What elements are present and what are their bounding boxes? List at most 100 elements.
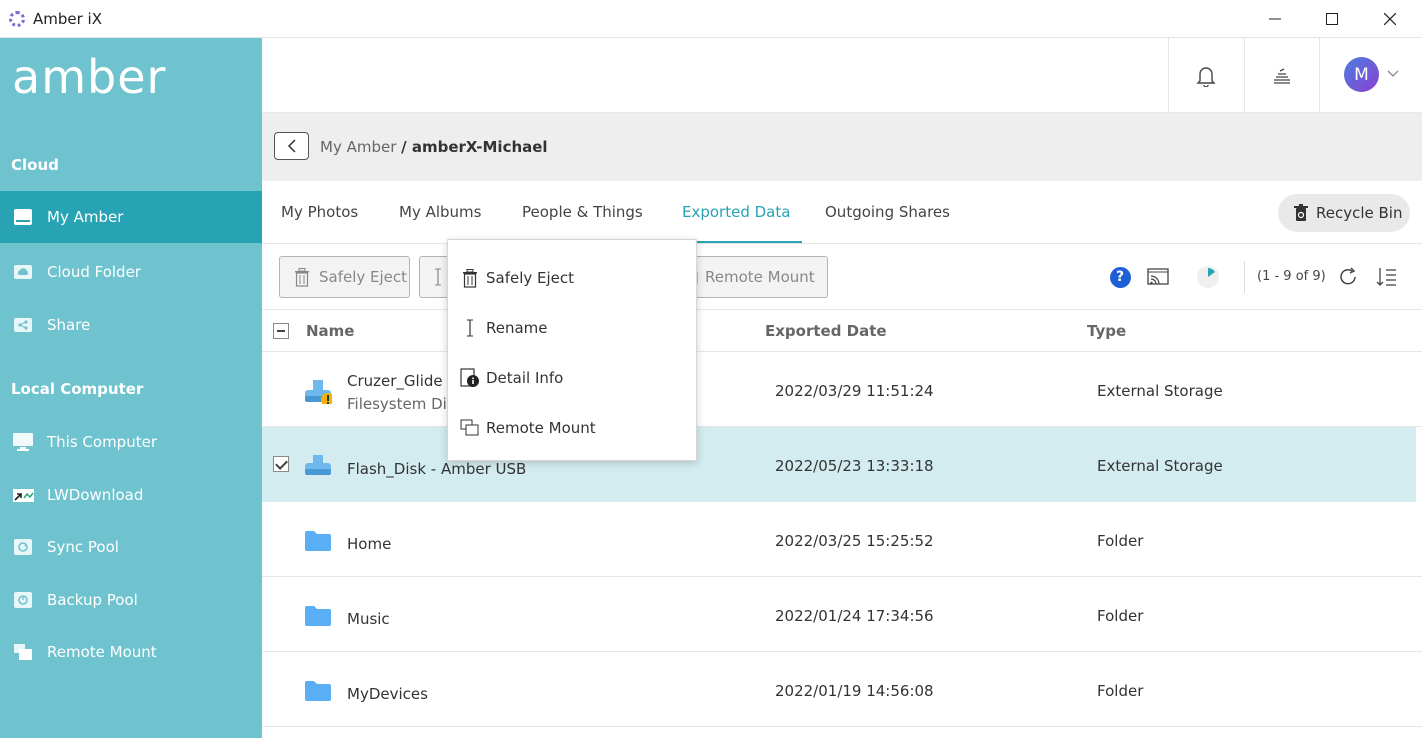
header-divider (1168, 38, 1169, 113)
safely-eject-button[interactable]: Safely Eject (279, 256, 410, 298)
tab-exported-data[interactable]: Exported Data (682, 203, 790, 221)
menu-item-label: Remote Mount (486, 419, 596, 437)
info-icon (460, 368, 480, 388)
cloud-folder-icon (12, 262, 34, 282)
shortcut-icon (12, 485, 34, 505)
column-type[interactable]: Type (1087, 322, 1126, 340)
context-menu: Safely Eject Rename Detail Info Remote M… (447, 239, 697, 461)
sidebar-item-label: Share (47, 316, 91, 334)
row-name: Music (347, 610, 390, 628)
sort-button[interactable] (1375, 265, 1399, 289)
menu-item-label: Rename (486, 319, 548, 337)
top-header (262, 38, 1422, 113)
table-row[interactable]: MyDevices 2022/01/19 14:56:08 Folder (262, 652, 1422, 727)
usb-drive-icon (305, 455, 331, 475)
tab-people-things[interactable]: People & Things (522, 203, 643, 221)
sidebar-item-this-computer[interactable]: This Computer (0, 416, 262, 468)
minimize-button[interactable] (1246, 0, 1304, 38)
breadcrumb-current: / amberX-Michael (401, 138, 548, 156)
table-row[interactable]: Flash_Disk - Amber USB 2022/05/23 13:33:… (262, 427, 1416, 502)
user-avatar[interactable]: M (1344, 57, 1379, 92)
app-logo-icon (9, 11, 25, 27)
sidebar-item-cloud-folder[interactable]: Cloud Folder (0, 246, 262, 298)
sidebar: amber Cloud My Amber Cloud Folder Share … (0, 38, 262, 738)
window-title: Amber iX (33, 10, 103, 28)
chevron-down-icon[interactable] (1387, 68, 1399, 80)
folder-icon (305, 681, 331, 701)
menu-item-detail-info[interactable]: Detail Info (448, 353, 696, 403)
tab-my-photos[interactable]: My Photos (281, 203, 358, 221)
recycle-bin-icon (1294, 204, 1308, 221)
monitor-icon (12, 432, 34, 452)
notifications-button[interactable] (1192, 62, 1220, 90)
menu-item-label: Detail Info (486, 369, 564, 387)
table-header: Name Exported Date Type (262, 310, 1422, 352)
tab-my-albums[interactable]: My Albums (399, 203, 481, 221)
trash-icon (460, 268, 480, 288)
sidebar-item-label: LWDownload (47, 486, 144, 504)
rename-button[interactable] (419, 256, 449, 298)
refresh-button[interactable] (1336, 265, 1360, 289)
storage-pie-icon (1197, 266, 1219, 288)
table-row[interactable]: Cruzer_Glide - Filesystem Dir 2022/03/29… (262, 352, 1422, 427)
tab-outgoing-shares[interactable]: Outgoing Shares (825, 203, 950, 221)
recycle-bin-button[interactable]: Recycle Bin (1278, 194, 1410, 232)
breadcrumb-bar: My Amber / amberX-Michael (262, 113, 1422, 181)
my-amber-icon (12, 207, 34, 227)
row-date: 2022/05/23 13:33:18 (775, 457, 934, 475)
column-exported-date[interactable]: Exported Date (765, 322, 887, 340)
sidebar-item-label: Remote Mount (47, 643, 157, 661)
row-type: Folder (1097, 532, 1144, 550)
sidebar-item-label: Backup Pool (47, 591, 138, 609)
storage-usage-indicator[interactable] (1196, 265, 1220, 289)
sidebar-item-label: Cloud Folder (47, 263, 141, 281)
row-name: MyDevices (347, 685, 428, 703)
backup-icon (12, 590, 34, 610)
section-cloud: Cloud (11, 156, 59, 174)
tasks-button[interactable] (1268, 62, 1296, 90)
maximize-button[interactable] (1303, 0, 1361, 38)
chevron-left-icon (287, 139, 296, 153)
tasks-icon (1274, 68, 1290, 84)
menu-item-remote-mount[interactable]: Remote Mount (448, 403, 696, 453)
sync-icon (12, 537, 34, 557)
header-divider (1244, 38, 1245, 113)
sidebar-item-lwdownload[interactable]: LWDownload (0, 469, 262, 521)
menu-item-safely-eject[interactable]: Safely Eject (448, 253, 696, 303)
sidebar-item-backup-pool[interactable]: Backup Pool (0, 574, 262, 626)
remote-mount-button[interactable]: Remote Mount (687, 256, 828, 298)
sidebar-item-share[interactable]: Share (0, 299, 262, 351)
cast-icon (1147, 268, 1169, 285)
menu-item-label: Safely Eject (486, 269, 575, 287)
column-name[interactable]: Name (306, 322, 354, 340)
table-row[interactable]: Home 2022/03/25 15:25:52 Folder (262, 502, 1422, 577)
close-button[interactable] (1361, 0, 1419, 38)
row-name: Cruzer_Glide - (347, 372, 453, 390)
bell-icon (1196, 67, 1216, 87)
menu-item-rename[interactable]: Rename (448, 303, 696, 353)
trash-icon (293, 267, 311, 287)
folder-icon (305, 531, 331, 551)
row-date: 2022/01/24 17:34:56 (775, 607, 934, 625)
sidebar-item-remote-mount[interactable]: Remote Mount (0, 626, 262, 678)
text-cursor-icon (460, 318, 480, 338)
breadcrumb: My Amber / amberX-Michael (320, 138, 548, 156)
back-button[interactable] (274, 132, 309, 160)
section-local-computer: Local Computer (11, 380, 144, 398)
tab-bar: My Photos My Albums People & Things Expo… (262, 181, 1422, 244)
row-name: Flash_Disk - Amber USB (347, 460, 527, 478)
row-checkbox[interactable] (273, 456, 289, 472)
sidebar-item-label: My Amber (47, 208, 124, 226)
table-row[interactable]: Music 2022/01/24 17:34:56 Folder (262, 577, 1422, 652)
sidebar-item-sync-pool[interactable]: Sync Pool (0, 521, 262, 573)
toolbar-divider (1244, 261, 1245, 293)
remote-mount-label: Remote Mount (705, 268, 815, 286)
breadcrumb-root[interactable]: My Amber (320, 138, 396, 156)
sidebar-item-my-amber[interactable]: My Amber (0, 191, 262, 243)
toolbar: Safely Eject Remote Mount ? (1 - 9 of 9) (262, 244, 1422, 310)
maximize-icon (1326, 13, 1338, 25)
recycle-bin-label: Recycle Bin (1316, 204, 1403, 222)
select-all-checkbox[interactable] (273, 323, 289, 339)
help-button[interactable]: ? (1108, 265, 1132, 289)
cast-button[interactable] (1146, 265, 1170, 289)
